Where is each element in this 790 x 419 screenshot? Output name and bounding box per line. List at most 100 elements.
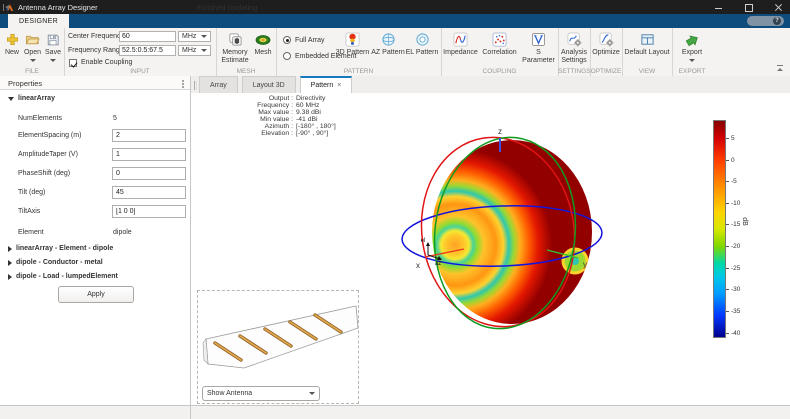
tab-designer[interactable]: DESIGNER — [8, 14, 69, 28]
ribbon-group-optimize: Optimize OPTIMIZE — [590, 28, 623, 76]
open-label: Open — [24, 49, 41, 57]
collapse-ribbon-icon[interactable] — [775, 65, 785, 73]
show-antenna-dropdown[interactable]: Show Antenna — [202, 386, 320, 401]
memory-estimate-button[interactable]: Memory Estimate — [218, 28, 252, 64]
center-frequency-input[interactable] — [119, 31, 176, 42]
open-icon — [25, 31, 40, 48]
info-label: Azimuth — [221, 123, 293, 130]
correlation-button[interactable]: Correlation — [480, 28, 519, 64]
analysis-settings-label: Analysis Settings — [561, 49, 587, 64]
show-antenna-value: Show Antenna — [207, 390, 252, 397]
tree-item-load-lumpedelement[interactable]: dipole - Load - lumpedElement — [8, 273, 118, 280]
lineararray-group-label: linearArray — [18, 95, 55, 102]
tilt-input[interactable] — [112, 186, 186, 199]
export-button[interactable]: Export — [672, 28, 712, 62]
tree-item-conductor-metal[interactable]: dipole - Conductor - metal — [8, 259, 103, 266]
tree-item-label: dipole - Conductor - metal — [16, 259, 103, 266]
frequency-range-unit-dropdown[interactable]: MHz — [178, 45, 211, 56]
export-icon — [685, 31, 700, 48]
amplitudetaper-label: AmplitudeTaper (V) — [18, 148, 78, 161]
title-bar: Antenna Array Designer — [0, 0, 790, 14]
save-icon — [46, 31, 60, 48]
az-pattern-label: AZ Pattern — [371, 49, 404, 57]
pattern-document: OutputDirectivity Frequency60 MHz Max va… — [191, 93, 790, 405]
z-axis-label: z — [498, 127, 502, 136]
elementspacing-input[interactable] — [112, 129, 186, 142]
tab-layout3d[interactable]: Layout 3D — [242, 76, 296, 93]
open-button[interactable]: Open — [22, 28, 43, 62]
ribbon-group-mesh: Memory Estimate Mesh MESH — [216, 28, 277, 76]
ribbon-group-settings: Analysis Settings SETTINGS — [558, 28, 591, 76]
center-frequency-label: Center Frequency — [68, 31, 124, 42]
optimize-button[interactable]: Optimize — [590, 28, 622, 57]
colorbar-tick: 0 — [731, 157, 735, 164]
pattern-3d-plot[interactable]: z x y el az — [361, 103, 651, 383]
default-layout-button[interactable]: Default Layout — [622, 28, 672, 57]
maximize-icon[interactable] — [742, 2, 756, 12]
s-parameter-button[interactable]: S Parameter — [519, 28, 558, 64]
tab-pattern[interactable]: Pattern × — [300, 76, 353, 93]
correlation-label: Correlation — [482, 49, 516, 57]
default-layout-label: Default Layout — [624, 49, 669, 57]
info-value: 9.38 dBi — [296, 109, 321, 116]
impedance-label: Impedance — [443, 49, 478, 57]
collapsed-arrow-icon — [8, 246, 12, 252]
status-bar — [0, 405, 790, 419]
tree-item-label: dipole - Load - lumpedElement — [16, 273, 118, 280]
ribbon-group-file: New Open Save FILE — [0, 28, 65, 76]
help-icon: ? — [773, 17, 781, 25]
lineararray-group-header[interactable]: linearArray — [8, 95, 55, 102]
enable-coupling-checkbox[interactable] — [69, 59, 77, 67]
colorbar-tick: 5 — [731, 135, 735, 142]
optimize-label: Optimize — [592, 49, 620, 57]
minimize-icon[interactable] — [712, 2, 726, 12]
panel-menu-icon[interactable] — [182, 80, 184, 82]
default-layout-icon — [640, 31, 655, 48]
enable-coupling-label: Enable Coupling — [81, 57, 132, 68]
ribbon-group-pattern: Full Array Embedded Element 3D Pattern A… — [276, 28, 442, 76]
help-button[interactable]: ? — [747, 16, 784, 26]
tiltaxis-input[interactable] — [112, 205, 186, 218]
expand-arrow-icon — [8, 97, 14, 101]
collapsed-arrow-icon — [8, 274, 12, 280]
close-icon[interactable] — [772, 2, 786, 12]
center-frequency-unit-dropdown[interactable]: MHz — [178, 31, 211, 42]
analysis-settings-button[interactable]: Analysis Settings — [558, 28, 590, 64]
3d-pattern-button[interactable]: 3D Pattern — [334, 28, 371, 57]
tree-item-element-dipole[interactable]: linearArray - Element - dipole — [8, 245, 113, 252]
open-dropdown-icon — [30, 59, 36, 62]
phaseshift-label: PhaseShift (deg) — [18, 167, 70, 180]
full-array-label: Full Array — [295, 37, 325, 44]
amplitudetaper-input[interactable] — [112, 148, 186, 161]
new-button[interactable]: New — [2, 28, 22, 62]
tab-pattern-label: Pattern — [311, 77, 334, 94]
info-value: Directivity — [296, 95, 325, 102]
full-array-radio[interactable]: Full Array — [283, 36, 325, 44]
ribbon-group-input: Center Frequency MHz Frequency Range MHz… — [64, 28, 217, 76]
info-value: 60 MHz — [296, 102, 319, 109]
tab-drag-handle[interactable] — [194, 81, 195, 90]
panel-collapse-icon[interactable] — [3, 4, 11, 11]
radiation-pattern-surface — [432, 140, 592, 324]
properties-panel: Properties linearArray NumElements 5 Ele… — [0, 76, 191, 405]
mesh-button[interactable]: Mesh — [252, 28, 274, 64]
az-pattern-button[interactable]: AZ Pattern — [371, 28, 405, 57]
element-value: dipole — [113, 226, 132, 239]
properties-header: Properties — [0, 76, 190, 90]
save-button[interactable]: Save — [43, 28, 63, 62]
tab-array[interactable]: Array — [199, 76, 238, 93]
frequency-range-input[interactable] — [119, 45, 176, 56]
memory-estimate-icon — [228, 31, 243, 48]
colorbar-tick: -10 — [731, 200, 740, 207]
optimize-icon — [599, 31, 614, 48]
impedance-button[interactable]: Impedance — [441, 28, 480, 64]
s-parameter-label: S Parameter — [519, 49, 558, 64]
tab-close-icon[interactable]: × — [337, 82, 341, 89]
apply-button[interactable]: Apply — [58, 286, 134, 303]
el-pattern-label: EL Pattern — [406, 49, 439, 57]
antenna-array-sketch — [198, 291, 358, 383]
el-pattern-button[interactable]: EL Pattern — [405, 28, 439, 57]
new-icon — [5, 31, 20, 48]
x-axis-label: x — [416, 261, 420, 270]
phaseshift-input[interactable] — [112, 167, 186, 180]
